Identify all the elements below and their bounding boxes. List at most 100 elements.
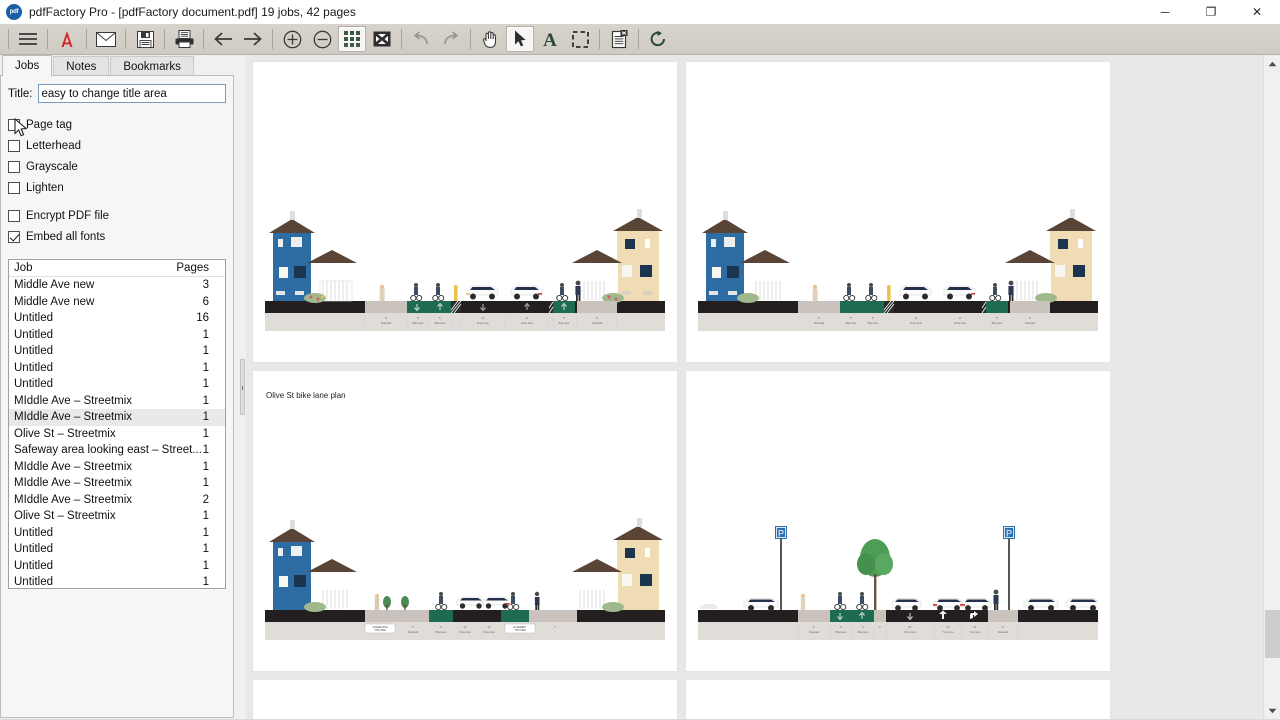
thumbnail-grid-icon[interactable] bbox=[338, 26, 366, 52]
job-name-cell: Untitled bbox=[9, 527, 173, 539]
svg-text:Drive lane: Drive lane bbox=[954, 321, 966, 325]
document-page[interactable]: Olive St bike lane plan bbox=[252, 370, 678, 672]
job-pages-cell: 1 bbox=[173, 362, 225, 374]
undo-icon[interactable] bbox=[407, 26, 435, 52]
svg-text:Drive lane: Drive lane bbox=[477, 321, 489, 325]
save-icon[interactable] bbox=[131, 26, 159, 52]
print-icon[interactable] bbox=[170, 26, 198, 52]
svg-text:Sidewalk: Sidewalk bbox=[408, 630, 419, 634]
scroll-up-icon[interactable] bbox=[1264, 55, 1280, 72]
title-label: Title: bbox=[8, 88, 33, 100]
job-name-cell: MIddle Ave – Streetmix bbox=[9, 411, 173, 423]
svg-text:11': 11' bbox=[958, 316, 962, 320]
job-list-row[interactable]: Untitled16 bbox=[9, 310, 225, 327]
job-list-row[interactable]: Untitled1 bbox=[9, 343, 225, 360]
scrollbar-track[interactable] bbox=[1264, 72, 1280, 702]
street-illustration: ALTERNATIVE THIS SIDE EASEMENT THIS SIDE… bbox=[265, 512, 665, 640]
viewport-scrollbar[interactable] bbox=[1263, 55, 1280, 719]
fit-page-icon[interactable] bbox=[368, 26, 396, 52]
checkbox-lighten[interactable]: Lighten bbox=[8, 177, 226, 198]
svg-text:Bike lane: Bike lane bbox=[868, 321, 879, 325]
document-page[interactable]: 5'Sidewalk 5'Bike lane 5'Bike lane 11'Dr… bbox=[685, 61, 1111, 363]
svg-text:Bike lane: Bike lane bbox=[436, 630, 447, 634]
job-list-row[interactable]: Untitled1 bbox=[9, 574, 225, 589]
job-name-cell: Middle Ave new bbox=[9, 296, 173, 308]
delete-page-icon[interactable] bbox=[605, 26, 633, 52]
job-list-row[interactable]: Untitled1 bbox=[9, 327, 225, 344]
job-list-row[interactable]: Safeway area looking east – Street...1 bbox=[9, 442, 225, 459]
job-list-row[interactable]: Middle Ave new3 bbox=[9, 277, 225, 294]
restore-button[interactable]: ❐ bbox=[1188, 0, 1234, 24]
job-list-row[interactable]: Untitled1 bbox=[9, 360, 225, 377]
job-list-row[interactable]: MIddle Ave – Streetmix1 bbox=[9, 475, 225, 492]
job-list-row[interactable]: Untitled1 bbox=[9, 558, 225, 575]
job-list-row[interactable]: Untitled1 bbox=[9, 376, 225, 393]
job-list-row[interactable]: MIddle Ave – Streetmix1 bbox=[9, 409, 225, 426]
toolbar-separator bbox=[47, 29, 48, 49]
checkbox-letterhead[interactable]: Letterhead bbox=[8, 135, 226, 156]
adobe-pdf-icon[interactable] bbox=[53, 26, 81, 52]
job-list-row[interactable]: Olive St – Streetmix1 bbox=[9, 508, 225, 525]
svg-text:Turn lane: Turn lane bbox=[970, 630, 981, 634]
back-icon[interactable] bbox=[209, 26, 237, 52]
scroll-down-icon[interactable] bbox=[1264, 702, 1280, 719]
job-list-row[interactable]: Olive St – Streetmix1 bbox=[9, 426, 225, 443]
job-name-cell: Olive St – Streetmix bbox=[9, 510, 173, 522]
job-name-cell: MIddle Ave – Streetmix bbox=[9, 395, 173, 407]
window-controls: ─ ❐ ✕ bbox=[1142, 0, 1280, 24]
sidebar-splitter[interactable] bbox=[238, 55, 246, 719]
hand-tool-icon[interactable] bbox=[476, 26, 504, 52]
tab-jobs[interactable]: Jobs bbox=[2, 55, 52, 76]
job-name-cell: Untitled bbox=[9, 543, 173, 555]
text-tool-icon[interactable]: A bbox=[536, 26, 564, 52]
job-list-row[interactable]: Untitled1 bbox=[9, 525, 225, 542]
tab-bookmarks[interactable]: Bookmarks bbox=[110, 56, 194, 76]
minimize-button[interactable]: ─ bbox=[1142, 0, 1188, 24]
marquee-select-icon[interactable] bbox=[566, 26, 594, 52]
sidebar: Jobs Notes Bookmarks Title: Page tag Let… bbox=[0, 55, 238, 719]
redo-icon[interactable] bbox=[437, 26, 465, 52]
svg-text:Drive lane: Drive lane bbox=[910, 321, 922, 325]
forward-icon[interactable] bbox=[239, 26, 267, 52]
zoom-out-icon[interactable] bbox=[308, 26, 336, 52]
checkbox-encrypt-pdf-file[interactable]: Encrypt PDF file bbox=[8, 205, 226, 226]
document-page[interactable] bbox=[252, 679, 678, 719]
refresh-icon[interactable] bbox=[644, 26, 672, 52]
job-list-row[interactable]: MIddle Ave – Streetmix2 bbox=[9, 492, 225, 509]
job-pages-cell: 1 bbox=[173, 345, 225, 357]
checkbox-embed-all-fonts[interactable]: Embed all fonts bbox=[8, 226, 226, 247]
svg-text:EASEMENT: EASEMENT bbox=[514, 626, 527, 629]
checkbox-label: Encrypt PDF file bbox=[26, 210, 109, 222]
job-list-row[interactable]: MIddle Ave – Streetmix1 bbox=[9, 393, 225, 410]
checkbox-grayscale[interactable]: Grayscale bbox=[8, 156, 226, 177]
email-icon[interactable] bbox=[92, 26, 120, 52]
toolbar-separator bbox=[638, 29, 639, 49]
svg-text:A: A bbox=[543, 30, 557, 48]
document-page[interactable]: 5'Sidewalk 5'Bike lane 5'Bike lane 11'Dr… bbox=[252, 61, 678, 363]
svg-text:20': 20' bbox=[908, 625, 912, 629]
close-button[interactable]: ✕ bbox=[1234, 0, 1280, 24]
column-header-job[interactable]: Job bbox=[9, 262, 173, 274]
svg-text:Turn lane: Turn lane bbox=[943, 630, 954, 634]
scrollbar-thumb[interactable] bbox=[1265, 610, 1280, 658]
job-pages-cell: 16 bbox=[173, 312, 225, 324]
toolbar-separator bbox=[86, 29, 87, 49]
svg-text:Sidewalk: Sidewalk bbox=[814, 321, 825, 325]
column-header-pages[interactable]: Pages bbox=[173, 262, 225, 274]
tab-notes[interactable]: Notes bbox=[53, 56, 109, 76]
document-page[interactable] bbox=[685, 679, 1111, 719]
job-list-row[interactable]: MIddle Ave – Streetmix1 bbox=[9, 459, 225, 476]
checkbox-page-tag[interactable]: Page tag bbox=[8, 114, 226, 135]
job-list[interactable]: Job Pages Middle Ave new3Middle Ave new6… bbox=[8, 259, 226, 589]
job-name-cell: Safeway area looking east – Street... bbox=[9, 444, 202, 456]
zoom-in-icon[interactable] bbox=[278, 26, 306, 52]
title-input[interactable] bbox=[38, 84, 227, 103]
job-list-row[interactable]: Untitled1 bbox=[9, 541, 225, 558]
select-tool-icon[interactable] bbox=[506, 26, 534, 52]
title-row: Title: bbox=[8, 84, 226, 103]
document-page[interactable]: P P bbox=[685, 370, 1111, 672]
checkbox-label: Letterhead bbox=[26, 140, 81, 152]
splitter-grip[interactable] bbox=[240, 359, 245, 415]
job-list-row[interactable]: Middle Ave new6 bbox=[9, 294, 225, 311]
menu-icon[interactable] bbox=[14, 26, 42, 52]
